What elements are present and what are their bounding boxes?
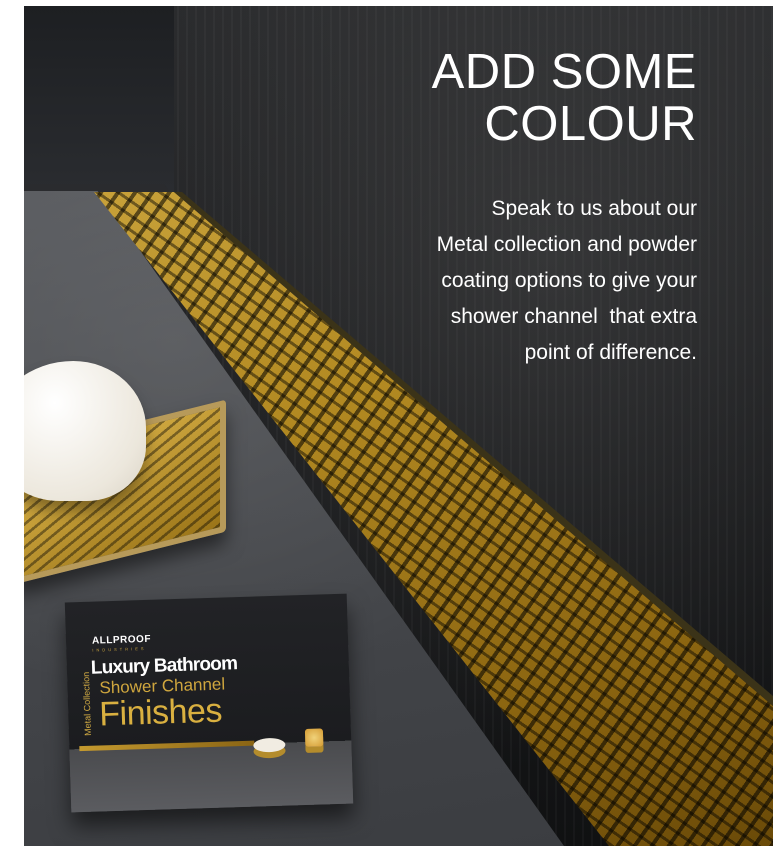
headline: ADD SOME COLOUR [277, 46, 697, 150]
headline-line-1: ADD SOME [431, 45, 697, 99]
brochure-channel-strip [79, 740, 255, 752]
wall-corner [24, 6, 174, 206]
body-line-4: shower channel that extra [450, 305, 697, 328]
brochure-brand-tagline: INDUSTRIES [92, 645, 147, 653]
brochure-card: ALLPROOF INDUSTRIES Metal Collection Lux… [64, 593, 354, 813]
brochure-side-label: Metal Collection [80, 671, 93, 736]
hero-photo: ADD SOME COLOUR Speak to us about our Me… [24, 6, 773, 846]
body-line-1: Speak to us about our [491, 197, 697, 220]
body-copy: Speak to us about our Metal collection a… [337, 191, 697, 371]
body-line-3: coating options to give your [441, 269, 697, 292]
body-line-2: Metal collection and powder [436, 233, 697, 256]
brochure-soap-image [253, 737, 286, 753]
headline-line-2: COLOUR [484, 97, 697, 151]
brochure-title-line-3: Finishes [98, 691, 223, 734]
brochure-candle-image [304, 728, 324, 747]
body-line-5: point of difference. [524, 341, 697, 364]
brochure-brand-logo: ALLPROOF [91, 633, 152, 647]
